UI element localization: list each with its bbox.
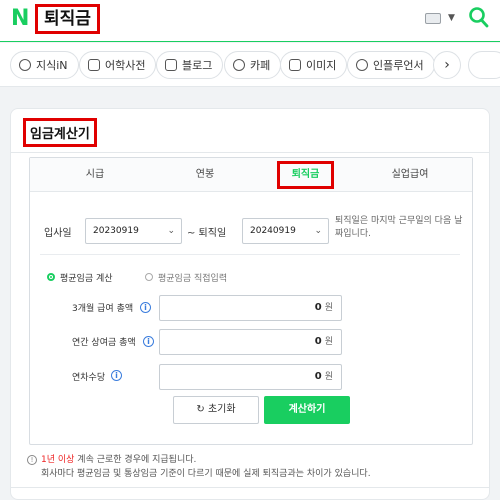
chat-icon xyxy=(165,59,177,71)
calculator-tabs: 시급 연봉 퇴직금 실업급여 xyxy=(30,158,472,192)
person-icon xyxy=(356,59,368,71)
join-date-label: 입사일 xyxy=(44,228,72,239)
input-annual-leave-pay[interactable]: 0원 xyxy=(159,364,342,390)
reset-button-label: 초기화 xyxy=(207,404,236,415)
caret-down-icon[interactable]: ▼ xyxy=(448,13,455,23)
info-icon[interactable]: i xyxy=(140,302,151,313)
warning-icon: ! xyxy=(27,455,37,465)
chip-label: 블로그 xyxy=(182,59,213,72)
radio-average-direct-label[interactable]: 평균임금 직접입력 xyxy=(158,271,227,284)
search-query[interactable]: 퇴직금 xyxy=(35,4,100,34)
category-chips: 지식iN 어학사전 블로그 카페 이미지 인플루언서 › xyxy=(0,43,500,87)
field-unit: 원 xyxy=(324,303,333,313)
tab-unemployment[interactable]: 실업급여 xyxy=(370,158,450,192)
search-icon xyxy=(19,59,31,71)
chip-dictionary[interactable]: 어학사전 xyxy=(79,51,157,79)
leave-date-note: 퇴직일은 마지막 근무일의 다음 날짜입니다. xyxy=(335,216,463,239)
join-date-select[interactable]: 20230919 ⌄ xyxy=(85,218,182,244)
calculator-box: 시급 연봉 퇴직금 실업급여 입사일 20230919 ⌄ ~ 퇴직일 2024… xyxy=(29,157,473,445)
leave-date-label: ~ 퇴직일 xyxy=(187,228,227,239)
footnote: ! 1년 이상 계속 근로한 경우에 지급됩니다. 회사마다 평균임금 및 통상임… xyxy=(27,453,477,481)
chip-kin[interactable]: 지식iN xyxy=(10,51,79,79)
search-icon[interactable] xyxy=(468,6,490,30)
chevron-right-icon[interactable]: › xyxy=(433,51,461,79)
divider xyxy=(11,152,489,153)
panel-title: 임금계산기 xyxy=(23,118,97,147)
chip-blog[interactable]: 블로그 xyxy=(156,51,224,79)
info-icon[interactable]: i xyxy=(143,336,154,347)
chevron-down-icon: ⌄ xyxy=(314,226,322,236)
chip-influencer[interactable]: 인플루언서 xyxy=(347,51,435,79)
book-icon xyxy=(88,59,100,71)
cup-icon xyxy=(233,59,245,71)
radio-average-calc[interactable] xyxy=(47,273,55,281)
field-unit: 원 xyxy=(324,372,333,382)
radio-average-calc-label[interactable]: 평균임금 계산 xyxy=(60,271,113,284)
info-icon[interactable]: i xyxy=(111,370,122,381)
leave-date-value: 20240919 xyxy=(250,226,296,236)
naver-logo[interactable]: N xyxy=(11,7,35,31)
active-tab-highlight xyxy=(277,161,334,189)
chip-cafe[interactable]: 카페 xyxy=(224,51,282,79)
divider xyxy=(40,254,460,255)
field-value: 0 xyxy=(314,302,322,313)
tab-annual[interactable]: 연봉 xyxy=(170,158,240,192)
refresh-icon: ↻ xyxy=(196,404,205,415)
input-3month-total[interactable]: 0원 xyxy=(159,295,342,321)
chip-more[interactable] xyxy=(468,51,500,79)
wage-calculator-panel: 임금계산기 시급 연봉 퇴직금 실업급여 입사일 20230919 ⌄ ~ 퇴직… xyxy=(10,108,490,500)
radio-average-direct[interactable] xyxy=(145,273,153,281)
footnote-line1: 계속 근로한 경우에 지급됩니다. xyxy=(74,455,197,465)
divider xyxy=(11,487,489,488)
field-unit: 원 xyxy=(324,337,333,347)
input-annual-bonus[interactable]: 0원 xyxy=(159,329,342,355)
image-icon xyxy=(289,59,301,71)
footnote-highlight: 1년 이상 xyxy=(41,455,75,465)
tab-hourly[interactable]: 시급 xyxy=(60,158,130,192)
chip-label: 어학사전 xyxy=(105,59,146,72)
field-label-3month: 3개월 급여 총액 xyxy=(72,304,134,314)
field-label-bonus: 연간 상여금 총액 xyxy=(72,338,136,348)
keyboard-icon[interactable] xyxy=(425,13,441,24)
field-value: 0 xyxy=(314,371,322,382)
field-value: 0 xyxy=(314,336,322,347)
join-date-value: 20230919 xyxy=(93,226,139,236)
chevron-down-icon: ⌄ xyxy=(167,226,175,236)
field-label-annual-leave: 연차수당 xyxy=(72,373,106,383)
chip-label: 지식iN xyxy=(36,59,68,72)
chip-label: 인플루언서 xyxy=(373,59,424,72)
footnote-line2: 회사마다 평균임금 및 통상임금 기준이 다르기 때문에 실제 퇴직금과는 차이… xyxy=(41,469,371,479)
calculate-button[interactable]: 계산하기 xyxy=(264,396,350,424)
top-bar: N 퇴직금 ▼ xyxy=(0,0,500,42)
chip-label: 카페 xyxy=(250,59,271,72)
reset-button[interactable]: ↻ 초기화 xyxy=(173,396,259,424)
leave-date-select[interactable]: 20240919 ⌄ xyxy=(242,218,329,244)
chip-image[interactable]: 이미지 xyxy=(280,51,348,79)
chip-label: 이미지 xyxy=(306,59,337,72)
